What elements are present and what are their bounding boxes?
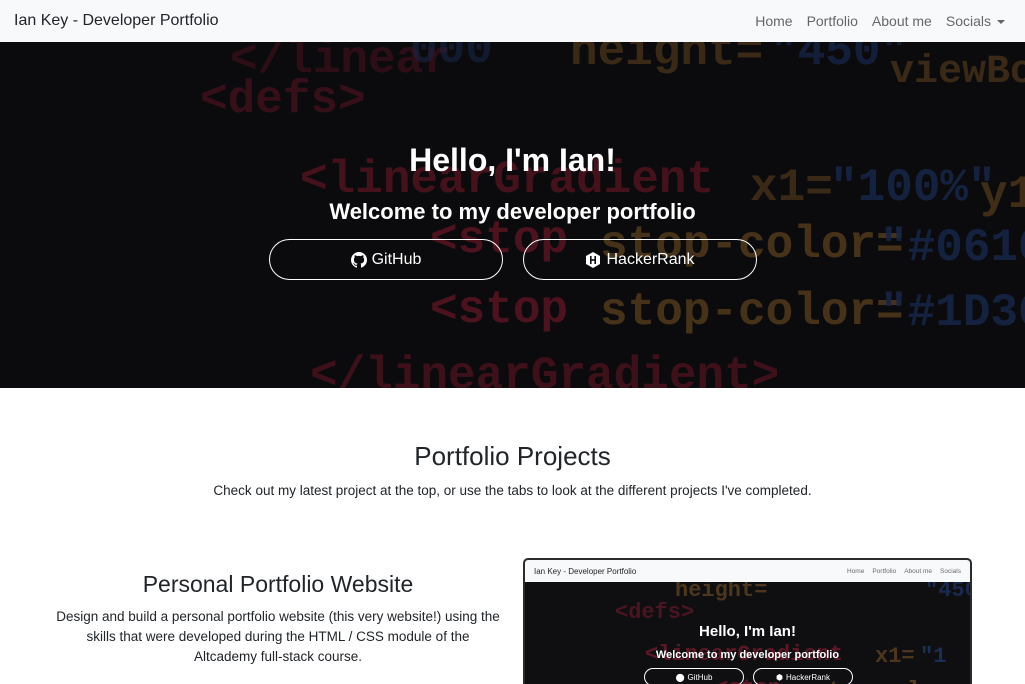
project-title: Personal Portfolio Website (142, 571, 414, 597)
nav-link-home[interactable]: Home (748, 13, 799, 29)
preview-link-portfolio: Portfolio (872, 567, 897, 575)
github-button[interactable]: GitHub (269, 239, 503, 280)
preview-subtitle: Welcome to my developer portfolio (655, 649, 840, 661)
preview-link-home: Home (847, 567, 865, 575)
github-button-label: GitHub (371, 250, 422, 268)
preview-hackerrank-label: HackerRank (785, 672, 830, 682)
preview-github-button: ⬤ GitHub (644, 668, 744, 684)
navbar-brand[interactable]: Ian Key - Developer Portfolio (14, 12, 219, 30)
hero-subtitle: Welcome to my developer portfolio (329, 199, 696, 224)
portfolio-title: Portfolio Projects (414, 441, 611, 471)
navbar: Ian Key - Developer Portfolio Home Portf… (0, 0, 1025, 42)
svg-text:<defs>: <defs> (615, 600, 694, 625)
preview-hero: height= "450 <defs> <linearGradient x1= … (525, 582, 970, 684)
hackerrank-icon: ⬢ (776, 672, 783, 682)
nav-link-about[interactable]: About me (865, 13, 939, 29)
socials-dropdown[interactable]: Socials (939, 13, 1011, 29)
preview-brand: Ian Key - Developer Portfolio (534, 566, 637, 576)
caret-down-icon (997, 20, 1005, 24)
preview-github-label: GitHub (687, 672, 713, 682)
project-description: Design and build a personal portfolio we… (56, 609, 500, 664)
hackerrank-button-label: HackerRank (606, 250, 695, 268)
hero-banner: </linear 000 height= "450" viewBo <defs>… (0, 42, 1025, 388)
hero-title: Hello, I'm Ian! (409, 142, 616, 178)
svg-text:"450: "450 (925, 582, 970, 603)
preview-title: Hello, I'm Ian! (699, 623, 796, 640)
portfolio-subtitle: Check out my latest project at the top, … (213, 483, 812, 498)
socials-dropdown-label: Socials (945, 13, 991, 29)
preview-link-about: About me (904, 567, 933, 575)
github-icon (350, 251, 367, 268)
preview-links: Home Portfolio About me Socials (847, 568, 961, 575)
preview-hackerrank-button: ⬢ HackerRank (753, 668, 853, 684)
nav-link-portfolio[interactable]: Portfolio (800, 13, 865, 29)
hackerrank-icon (586, 251, 601, 268)
navbar-links: Home Portfolio About me Socials (748, 13, 1011, 29)
preview-navbar: Ian Key - Developer Portfolio Home Portf… (525, 560, 970, 582)
project-preview-image[interactable]: Ian Key - Developer Portfolio Home Portf… (523, 558, 972, 684)
github-icon: ⬤ (675, 672, 685, 682)
hackerrank-button[interactable]: HackerRank (523, 239, 757, 280)
preview-link-socials: Socials (940, 567, 961, 575)
